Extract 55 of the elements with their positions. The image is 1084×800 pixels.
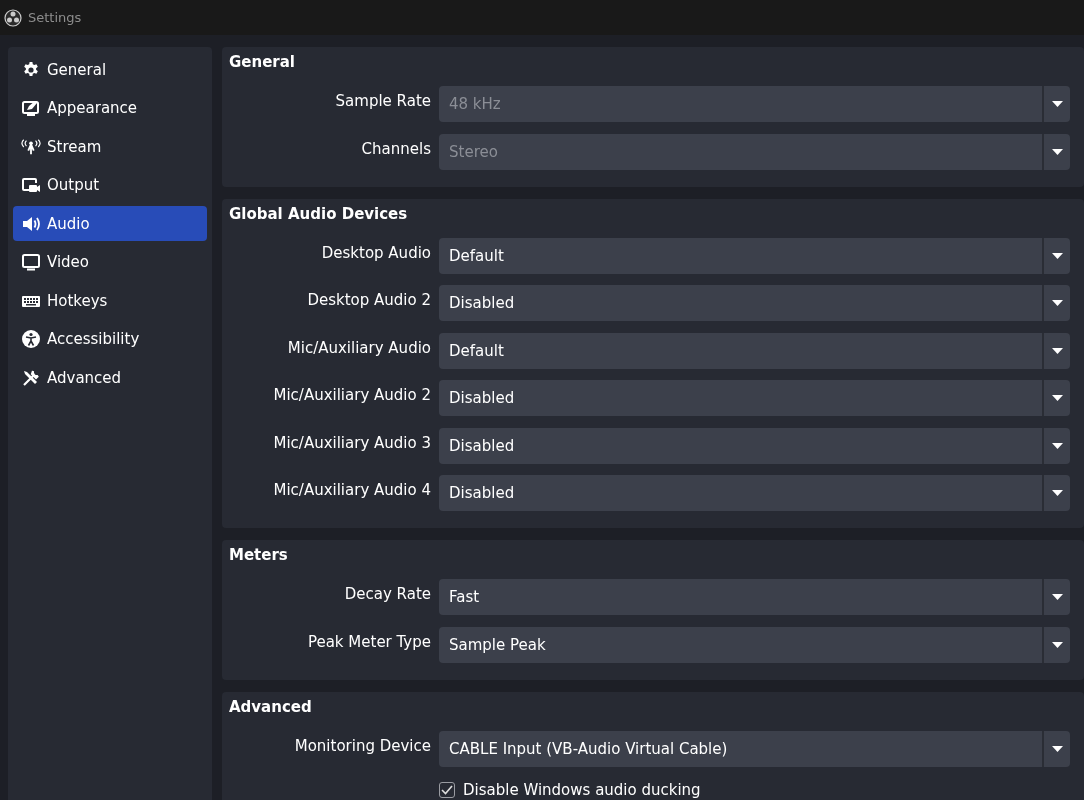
field-label: Desktop Audio — [320, 243, 431, 262]
sidebar-item[interactable]: General — [13, 52, 207, 87]
dropdown[interactable]: Disabled — [439, 427, 1070, 464]
caret-icon — [1051, 148, 1063, 155]
field-label: Mic/Auxiliary Audio — [286, 338, 431, 357]
dropdown[interactable]: Sample Peak — [439, 626, 1070, 663]
sidebar-item[interactable]: Audio — [13, 206, 207, 241]
group-title: General — [229, 53, 296, 71]
dropdown[interactable]: Disabled — [439, 475, 1070, 511]
group-title: Global Audio Devices — [229, 204, 409, 223]
sidebar-item[interactable]: Hotkeys — [13, 283, 207, 318]
field-label: Peak Meter Type — [306, 632, 431, 651]
sidebar-item[interactable]: Stream — [13, 129, 207, 164]
field-label: Mic/Auxiliary Audio 3 — [272, 433, 431, 452]
caret-icon — [1051, 347, 1063, 354]
caret-icon — [1051, 745, 1063, 752]
check-icon — [441, 785, 453, 795]
sidebar-item[interactable]: Appearance — [13, 90, 207, 126]
field-label: Decay Rate — [343, 585, 431, 603]
field-label: Channels — [360, 139, 431, 158]
dropdown[interactable]: Disabled — [439, 285, 1070, 321]
logo-icon — [4, 8, 22, 27]
caret-icon — [1051, 442, 1063, 449]
caret-icon — [1051, 252, 1063, 259]
group-title: Meters — [229, 546, 289, 564]
dropdown[interactable]: Default — [439, 332, 1070, 369]
dropdown[interactable]: Default — [439, 237, 1070, 274]
field-label: Mic/Auxiliary Audio 2 — [272, 386, 431, 404]
sidebar-item[interactable]: Output — [13, 167, 207, 203]
monitor-icon — [21, 253, 41, 271]
sidebar-item[interactable]: Advanced — [13, 360, 207, 395]
caret-icon — [1051, 101, 1063, 107]
field-label: Mic/Auxiliary Audio 4 — [272, 481, 431, 499]
monitor-brush-icon — [21, 99, 41, 117]
sidebar-item[interactable]: Video — [13, 244, 207, 280]
dropdown[interactable]: Disabled — [439, 380, 1070, 416]
window-title: Settings — [28, 10, 82, 25]
caret-icon — [1051, 490, 1063, 496]
field-label: Desktop Audio 2 — [306, 291, 431, 309]
caret-icon — [1051, 594, 1063, 600]
accessibility-icon — [21, 329, 41, 349]
caret-icon — [1051, 395, 1063, 401]
gear-icon — [22, 60, 40, 79]
speaker-icon — [21, 214, 41, 233]
field-label: Monitoring Device — [293, 736, 431, 755]
caret-icon — [1051, 300, 1063, 306]
antenna-icon — [21, 137, 41, 156]
field-label: Sample Rate — [334, 92, 431, 110]
group-title: Advanced — [229, 697, 313, 716]
checkbox[interactable]: Disable Windows audio ducking — [439, 779, 701, 800]
caret-icon — [1051, 641, 1063, 648]
dropdown[interactable]: CABLE Input (VB-Audio Virtual Cable) — [439, 730, 1070, 767]
dropdown[interactable]: Fast — [439, 579, 1070, 615]
camera-screen-icon — [21, 176, 41, 194]
sidebar-item[interactable]: Accessibility — [13, 321, 207, 357]
